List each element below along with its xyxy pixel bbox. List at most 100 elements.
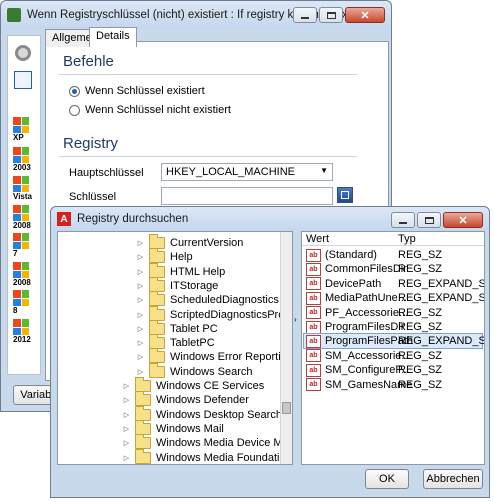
maximize-button[interactable]: [319, 7, 343, 23]
splitter-arrow-icon[interactable]: ›: [294, 315, 297, 324]
tree-item[interactable]: ▷ Windows Search: [136, 362, 253, 379]
os-flag-7[interactable]: 2012: [13, 319, 33, 344]
string-value-icon: ab: [306, 378, 321, 392]
expand-icon[interactable]: ▷: [136, 296, 145, 305]
string-value-icon: ab: [306, 306, 321, 320]
browse-registry-button[interactable]: [337, 187, 353, 203]
value-row[interactable]: ab CommonFilesDir REG_SZ: [304, 262, 482, 276]
folder-icon: [149, 362, 165, 378]
os-flag-1[interactable]: 2003: [13, 147, 33, 172]
value-name-cell: ab SM_ConfigureP...: [306, 363, 410, 377]
tree-scrollbar-thumb[interactable]: [282, 402, 291, 414]
value-row[interactable]: ab SM_ConfigureP... REG_SZ: [304, 363, 482, 377]
close-button[interactable]: ✕: [345, 7, 385, 23]
expand-icon[interactable]: ▷: [136, 281, 145, 290]
ok-button-label: OK: [379, 473, 395, 485]
ok-button[interactable]: OK: [365, 469, 409, 489]
tree-item-label: CurrentVersion: [170, 237, 244, 249]
value-type: REG_SZ: [398, 249, 443, 261]
value-name-cell: ab PF_Accessorie...: [306, 306, 408, 320]
value-name-cell: ab (Standard): [306, 248, 377, 262]
value-row[interactable]: ab (Standard) REG_SZ: [304, 248, 482, 262]
tree-item[interactable]: ▷ Help: [136, 248, 193, 264]
value-row[interactable]: ab MediaPathUne... REG_EXPAND_SZ: [304, 291, 484, 305]
value-row[interactable]: ab SM_Accessorie... REG_SZ: [304, 349, 482, 363]
tree-item[interactable]: ▷ Windows Media Foundation: [122, 448, 292, 465]
string-value-icon: ab: [306, 291, 321, 305]
tree-item[interactable]: ▷ Windows Media Device Manager: [122, 434, 292, 450]
value-name-cell: ab ProgramFilesPath: [306, 334, 413, 348]
tree-item-label: Windows Mail: [156, 422, 224, 435]
folder-icon: [135, 377, 151, 392]
tab-details-label: Details: [96, 30, 130, 42]
hauptschluessel-select[interactable]: HKEY_LOCAL_MACHINE ▼: [161, 163, 333, 181]
tree-item-label: Windows Search: [170, 365, 253, 378]
windows-logo-icon: [13, 117, 29, 133]
windows-logo-icon: [13, 319, 29, 335]
tree-item[interactable]: ▷ Windows Error Reporting: [136, 348, 292, 364]
expand-icon[interactable]: ▷: [122, 382, 131, 391]
folder-icon: [149, 319, 165, 335]
expand-icon[interactable]: ▷: [136, 353, 145, 362]
value-type: REG_SZ: [398, 306, 443, 319]
expand-icon[interactable]: ▷: [122, 439, 131, 448]
expand-icon[interactable]: ▷: [122, 396, 131, 405]
value-row[interactable]: ab ProgramFilesPath REG_EXPAND_SZ: [303, 333, 484, 350]
radio-key-not-exists[interactable]: Wenn Schlüssel nicht existiert: [69, 104, 231, 116]
expand-icon[interactable]: ▷: [122, 410, 131, 419]
gear-icon[interactable]: [15, 45, 31, 61]
os-flag-3[interactable]: 2008: [13, 205, 33, 230]
expand-icon[interactable]: ▷: [136, 367, 145, 376]
document-icon[interactable]: [14, 71, 32, 89]
folder-icon: [149, 234, 165, 249]
registry-divider: [59, 156, 357, 157]
tree-scrollbar[interactable]: [280, 232, 292, 464]
string-value-icon: ab: [306, 262, 321, 276]
expand-icon[interactable]: ▷: [122, 424, 131, 433]
tree-item[interactable]: ▷ TabletPC: [136, 334, 215, 350]
folder-icon: [149, 276, 165, 292]
value-name-cell: ab SM_Accessorie...: [306, 349, 411, 363]
folder-icon: [135, 448, 151, 464]
value-row[interactable]: ab ProgramFilesDir REG_SZ: [304, 320, 482, 334]
chevron-down-icon: ▼: [320, 166, 328, 175]
os-flag-2[interactable]: Vista: [13, 176, 33, 201]
dialog-minimize-button[interactable]: [391, 212, 415, 228]
minimize-button[interactable]: [293, 7, 317, 23]
col-typ-header[interactable]: Typ: [398, 233, 416, 245]
tree-item-label: ScriptedDiagnosticsProvider: [170, 308, 292, 321]
string-value-icon: ab: [306, 334, 321, 348]
cancel-button[interactable]: Abbrechen: [423, 469, 483, 489]
os-flag-4[interactable]: 7: [13, 233, 33, 258]
col-wert-header[interactable]: Wert: [306, 233, 329, 245]
value-list[interactable]: Wert Typ ab (Standard) REG_SZ ab CommonFiles…: [301, 231, 485, 465]
folder-icon: [135, 434, 151, 450]
os-flag-5[interactable]: 2008: [13, 262, 33, 287]
tree-item[interactable]: ▷ ScriptedDiagnosticsProvider: [136, 305, 292, 322]
expand-icon[interactable]: ▷: [136, 310, 145, 319]
os-flag-label: 7: [13, 249, 18, 258]
expand-icon[interactable]: ▷: [136, 253, 145, 262]
os-flag-0[interactable]: XP: [13, 117, 33, 142]
tab-details[interactable]: Details: [89, 27, 137, 47]
expand-icon[interactable]: ▷: [136, 324, 145, 333]
expand-icon[interactable]: ▷: [136, 339, 145, 348]
dialog-caption-buttons: ✕: [391, 212, 483, 228]
folder-icon: [135, 391, 151, 407]
dialog-maximize-button[interactable]: [417, 212, 441, 228]
tree-item[interactable]: ▷ Windows Desktop Search: [122, 405, 282, 422]
schluessel-input[interactable]: [161, 187, 333, 205]
registry-tree[interactable]: ▷ CurrentVersion ▷ Help ▷ HTML Help ▷ ITStorage…: [57, 231, 293, 465]
value-row[interactable]: ab DevicePath REG_EXPAND_SZ: [304, 277, 484, 291]
registry-title: Registry: [63, 135, 119, 152]
tree-item-label: ITStorage: [170, 279, 219, 292]
expand-icon[interactable]: ▷: [122, 453, 131, 462]
minimize-icon: [301, 17, 309, 19]
expand-icon[interactable]: ▷: [136, 267, 145, 276]
os-flag-6[interactable]: 8: [13, 290, 33, 315]
value-row[interactable]: ab SM_GamesName REG_SZ: [304, 378, 482, 392]
expand-icon[interactable]: ▷: [136, 239, 145, 248]
radio-key-exists[interactable]: Wenn Schlüssel existiert: [69, 85, 205, 97]
value-row[interactable]: ab PF_Accessorie... REG_SZ: [304, 306, 482, 320]
dialog-close-button[interactable]: ✕: [443, 212, 483, 228]
